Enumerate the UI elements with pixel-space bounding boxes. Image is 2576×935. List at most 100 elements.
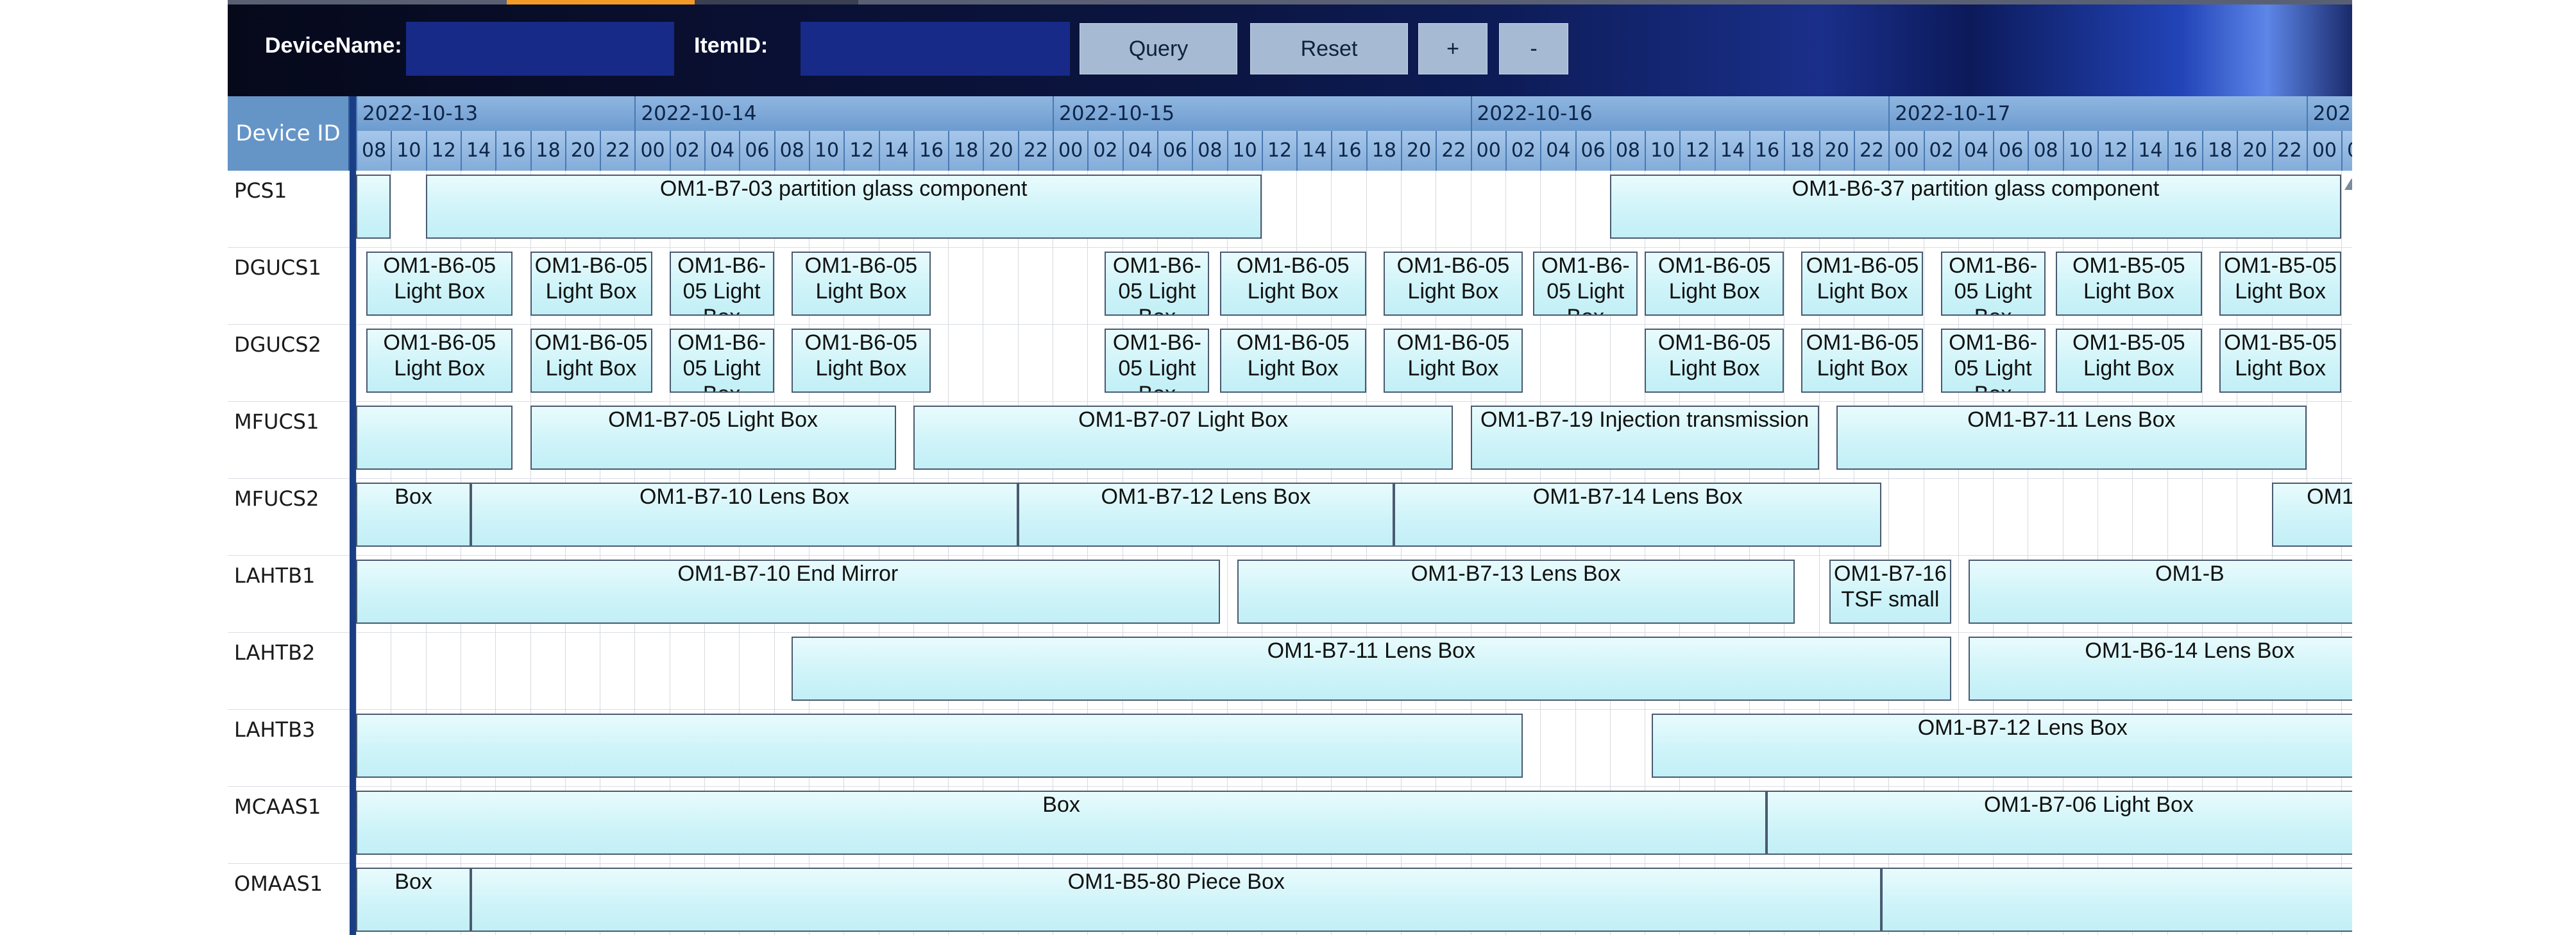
task-bar[interactable]: OM1-B5-80 Piece Box [471,868,1882,932]
hour-cell: 18 [2201,131,2237,171]
hour-cell: 22 [1853,131,1888,171]
task-bar[interactable]: OM1-B7-10 Lens Box [471,483,1018,547]
splitter-bar[interactable] [350,96,356,935]
device-row-label[interactable]: LAHTB3 [228,710,350,787]
task-bar[interactable]: OM1-B6-05 Light Box [1383,252,1523,316]
grid-hline [356,709,2352,710]
hour-cell: 04 [1958,131,1993,171]
hour-cell: 12 [425,131,461,171]
hour-cell: 00 [2306,131,2341,171]
task-bar[interactable]: OM1-B7-03 partition glass component [425,175,1262,239]
hour-cell: 06 [739,131,774,171]
device-name-label: DeviceName: [265,33,402,58]
task-bar[interactable]: OM1-B6-05 Light Box [1105,252,1210,316]
hour-cell: 08 [2028,131,2062,171]
task-bar[interactable]: OM1-B6-05 Light Box [791,329,931,393]
hour-cell: 22 [600,131,634,171]
task-bar[interactable]: OM1-B6-05 Light Box [669,252,774,316]
task-bar[interactable]: OM1-B6-37 partition glass component [1609,175,2342,239]
device-row-label[interactable]: MCAAS1 [228,787,350,864]
task-bar[interactable]: OM1-B6-05 Light Box [1645,252,1784,316]
task-bar[interactable]: OM1-B7-12 Lens Box [1017,483,1394,547]
task-bar[interactable] [356,714,1523,778]
task-bar[interactable]: OM1-B6-05 Light Box [669,329,774,393]
hour-cell: 20 [564,131,600,171]
device-row-label[interactable]: OMAAS1 [228,864,350,935]
task-bar[interactable]: OM1-B6-05 Light Box [1940,252,2046,316]
active-tab-indicator[interactable] [507,0,695,4]
tab-indicator[interactable] [695,0,858,4]
hour-cell: 08 [1609,131,1645,171]
hour-cell: 02 [1505,131,1540,171]
task-bar[interactable]: OM1-B5-05 Light Box [2219,252,2342,316]
hour-cell: 00 [1888,131,1923,171]
hour-cell: 14 [1296,131,1331,171]
task-bar[interactable]: OM1-B7-05 Light Box [530,406,896,470]
device-row-label[interactable]: DGUCS2 [228,325,350,402]
gantt-grid[interactable]: OM1-B7-03 partition glass component OM1-B… [356,171,2352,935]
device-row-label[interactable]: MFUCS1 [228,402,350,479]
scroll-up-arrow-icon[interactable] [2344,178,2352,190]
task-bar[interactable]: OM1-B7-14 Lens Box [1394,483,1882,547]
task-bar[interactable]: OM1-B5-05 Light Box [2219,329,2342,393]
reset-button[interactable]: Reset [1250,23,1408,74]
hour-cell: 18 [1366,131,1401,171]
task-bar[interactable]: OM1-B [1969,560,2352,624]
task-bar[interactable]: OM1-B6-05 Light Box [1219,252,1366,316]
task-bar[interactable]: Box [356,483,471,547]
device-row-label[interactable]: LAHTB2 [228,633,350,710]
task-bar[interactable]: OM1-B6-05 Light Box [366,252,513,316]
zoom-out-button[interactable]: - [1499,23,1568,74]
task-bar[interactable] [356,175,391,239]
task-bar[interactable]: OM1-B5-05 Light Box [2055,329,2202,393]
task-bar[interactable]: OM1-B [2271,483,2352,547]
task-bar[interactable] [356,406,513,470]
device-row-label[interactable]: PCS1 [228,171,350,248]
hour-header-row: 08 10 12 14 16 18 20 22 00 02 04 06 08 10 12 14 16 18 20 22… [356,131,2352,171]
task-bar[interactable]: Box [356,868,471,932]
zoom-in-button[interactable]: + [1418,23,1487,74]
device-row-label[interactable]: LAHTB1 [228,556,350,633]
task-bar[interactable]: OM1-B7-16 TSF small [1829,560,1951,624]
hour-cell: 08 [1192,131,1226,171]
task-bar[interactable]: OM1-B6-05 Light Box [1383,329,1523,393]
task-bar[interactable]: OM1-B6-05 Light Box [530,329,652,393]
grid-hline [356,478,2352,479]
task-bar[interactable]: Box [356,791,1767,855]
hour-cell: 16 [913,131,948,171]
task-bar[interactable] [1881,868,2352,932]
task-bar[interactable]: OM1-B7-19 Injection transmission [1470,406,1819,470]
task-bar[interactable]: OM1-B6-14 Lens Box [1969,637,2352,701]
item-id-input[interactable] [801,22,1070,76]
query-button[interactable]: Query [1080,23,1237,74]
task-bar[interactable]: OM1-B6-05 Light Box [1645,329,1784,393]
task-bar[interactable]: OM1-B6-05 Light Box [1533,252,1638,316]
task-bar[interactable]: OM1-B6-05 Light Box [366,329,513,393]
device-name-input[interactable] [406,22,674,76]
task-bar[interactable]: OM1-B6-05 Light Box [530,252,652,316]
task-bar[interactable]: OM1-B7-07 Light Box [913,406,1453,470]
task-bar[interactable]: OM1-B6-05 Light Box [1105,329,1210,393]
hour-cell: 12 [1679,131,1714,171]
task-bar[interactable]: OM1-B7-06 Light Box [1767,791,2352,855]
task-bar[interactable]: OM1-B7-13 Lens Box [1237,560,1795,624]
task-bar[interactable]: OM1-B7-12 Lens Box [1651,714,2352,778]
task-bar[interactable]: OM1-B7-11 Lens Box [791,637,1951,701]
device-row-label[interactable]: MFUCS2 [228,479,350,556]
grid-hline [356,632,2352,633]
hour-cell: 14 [878,131,913,171]
hour-cell: 02 [1087,131,1122,171]
hour-cell: 12 [1261,131,1296,171]
task-bar[interactable]: OM1-B7-11 Lens Box [1836,406,2307,470]
hour-cell: 20 [1818,131,1854,171]
task-bar[interactable]: OM1-B6-05 Light Box [1219,329,1366,393]
hour-cell: 04 [1122,131,1157,171]
hour-cell: 10 [1226,131,1262,171]
task-bar[interactable]: OM1-B6-05 Light Box [1940,329,2046,393]
task-bar[interactable]: OM1-B6-05 Light Box [791,252,931,316]
task-bar[interactable]: OM1-B6-05 Light Box [1801,252,1924,316]
device-row-label[interactable]: DGUCS1 [228,248,350,325]
task-bar[interactable]: OM1-B5-05 Light Box [2055,252,2202,316]
task-bar[interactable]: OM1-B6-05 Light Box [1801,329,1924,393]
task-bar[interactable]: OM1-B7-10 End Mirror [356,560,1220,624]
